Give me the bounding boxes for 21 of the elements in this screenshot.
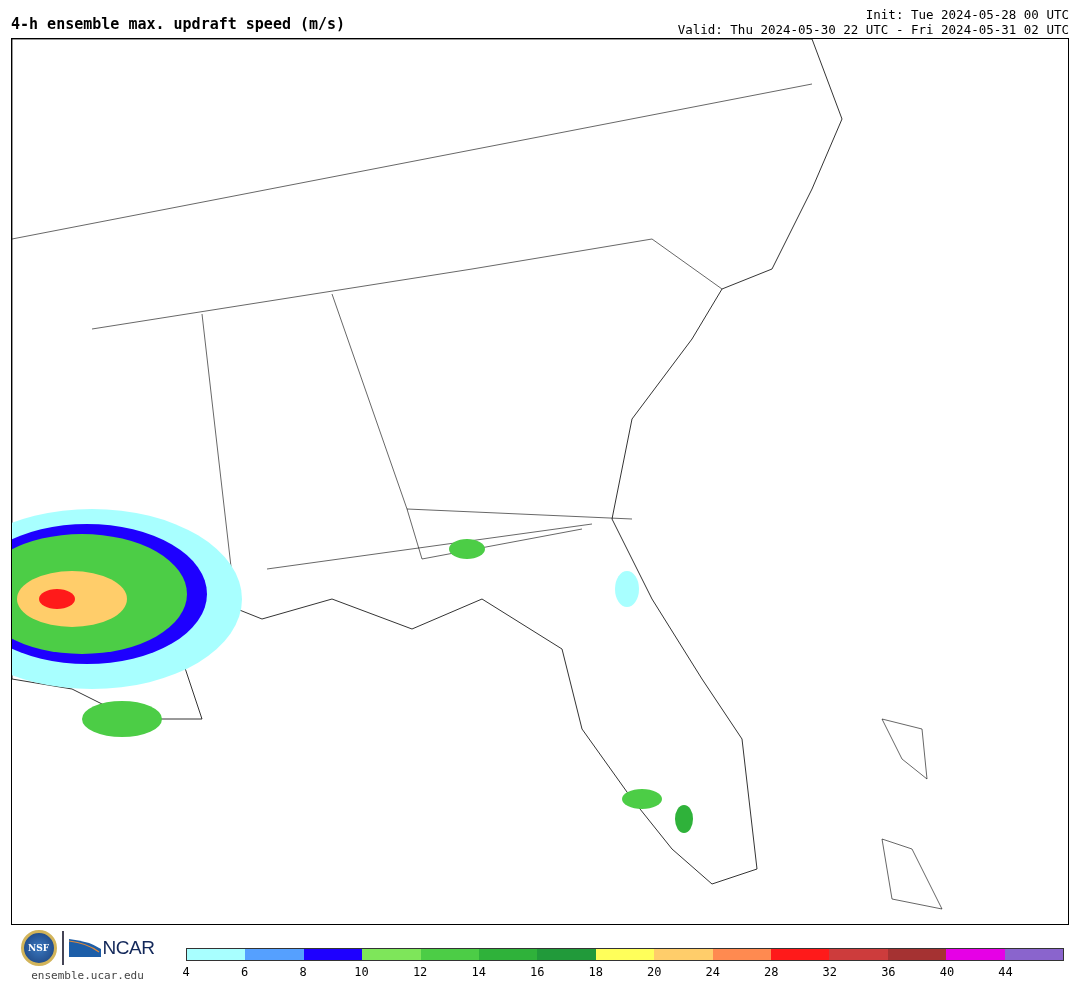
scale-tick-label: 10: [354, 965, 369, 979]
scale-tick-label: 40: [939, 965, 955, 979]
chart-title: 4-h ensemble max. updraft speed (m/s): [11, 15, 346, 35]
scale-tick-label: 16: [529, 965, 545, 979]
scale-tick-label: 28: [764, 965, 779, 979]
valid-time: Valid: Thu 2024-05-30 22 UTC - Fri 2024-05-31 02 UTC: [677, 22, 1069, 37]
scale-tick-label: 44: [998, 965, 1013, 979]
nsf-seal-logo: NSF: [20, 930, 57, 966]
scale-tick-label: 18: [588, 965, 603, 979]
scale-tick-label: 12: [412, 965, 428, 979]
scale-tick-label: 6: [240, 965, 249, 979]
scale-tick-label: 8: [299, 965, 307, 979]
scale-tick-label: 32: [822, 965, 838, 979]
ncar-logo: NCAR: [68, 937, 155, 959]
scale-tick-label: 36: [881, 965, 896, 979]
scale-tick-label: 4: [182, 965, 190, 979]
init-time: Init: Tue 2024-05-28 00 UTC: [865, 7, 1069, 22]
scale-tick-label: 20: [647, 965, 662, 979]
site-url: ensemble.ucar.edu: [31, 969, 144, 982]
scale-tick-label: 24: [705, 965, 720, 979]
scale-tick-label: 14: [471, 965, 486, 979]
